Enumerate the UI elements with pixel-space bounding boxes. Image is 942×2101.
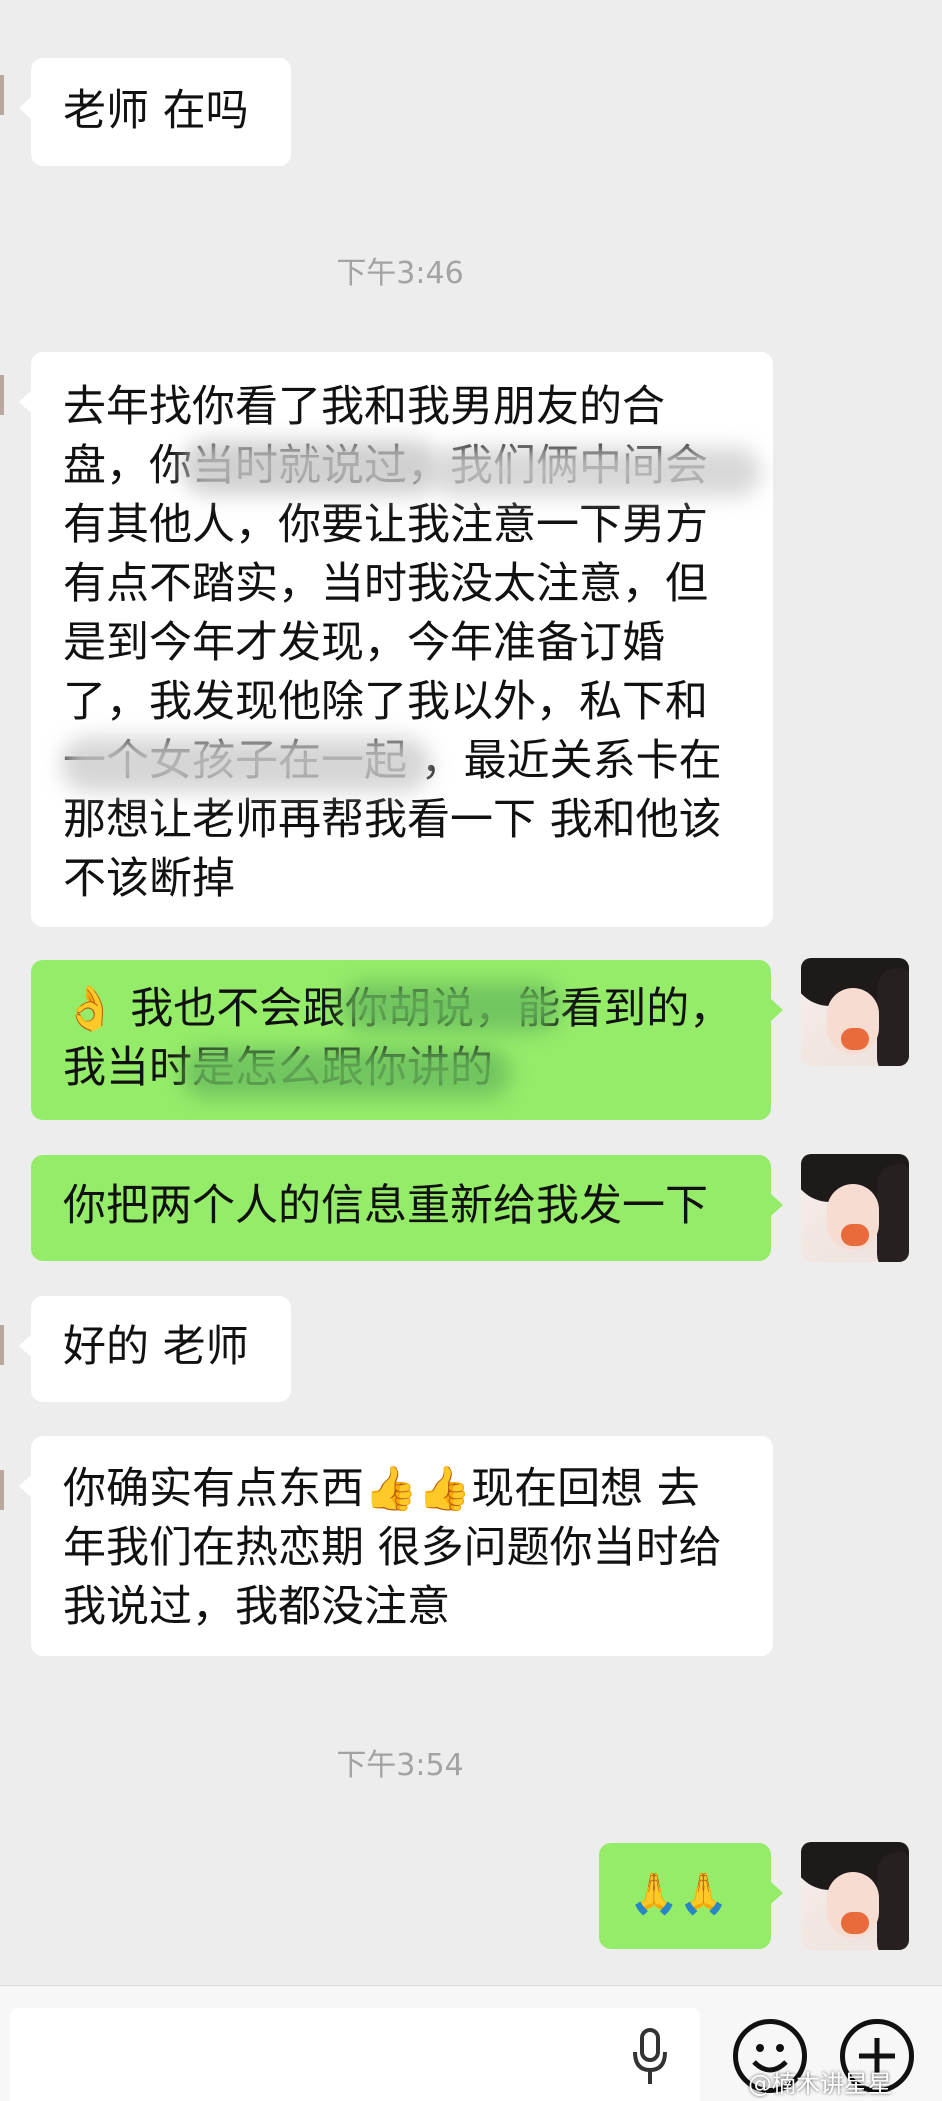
left-edge-fragment: [0, 375, 4, 415]
message-text: 你把两个人的信息重新给我发一下: [63, 1181, 708, 1231]
privacy-blur: [181, 440, 441, 495]
message-input[interactable]: [10, 2008, 700, 2101]
message-text: 老师 在吗: [63, 86, 249, 136]
user-avatar[interactable]: [801, 1154, 909, 1262]
pray-emoji: 🙏🙏: [629, 1871, 729, 1917]
incoming-message-bubble[interactable]: 去年找你看了我和我男朋友的合盘，你当时就说过，我们俩中间会有其他人，你要让我注意…: [19, 352, 773, 927]
timestamp: 下午3:54: [336, 1748, 464, 1783]
thumbs-up-emoji: 👍👍: [364, 1464, 472, 1514]
privacy-blur: [431, 447, 761, 497]
message-text: 你确实有点东西: [63, 1464, 364, 1514]
incoming-message-bubble[interactable]: 好的 老师: [19, 1296, 291, 1402]
message-text: 好的 老师: [63, 1322, 249, 1372]
outgoing-message-bubble[interactable]: 🙏🙏: [599, 1843, 783, 1949]
privacy-blur: [341, 982, 561, 1032]
incoming-message-bubble[interactable]: 老师 在吗: [19, 58, 291, 166]
incoming-message-bubble[interactable]: 你确实有点东西👍👍现在回想 去年我们在热恋期 很多问题你当时给我说过，我都没注意: [19, 1436, 773, 1656]
privacy-blur: [181, 1048, 511, 1098]
timestamp: 下午3:46: [336, 256, 464, 291]
privacy-blur: [61, 737, 431, 792]
ok-hand-emoji: 👌: [63, 984, 117, 1034]
outgoing-message-bubble[interactable]: 你把两个人的信息重新给我发一下: [31, 1155, 783, 1261]
user-avatar[interactable]: [801, 1842, 909, 1950]
watermark: @楠木讲星星: [748, 2070, 892, 2098]
left-edge-fragment: [0, 75, 4, 115]
outgoing-message-bubble[interactable]: 👌 我也不会跟你胡说，能看到的，我当时是怎么跟你讲的: [31, 960, 783, 1120]
left-edge-fragment: [0, 1325, 4, 1365]
user-avatar[interactable]: [801, 958, 909, 1066]
left-edge-fragment: [0, 1470, 4, 1510]
microphone-icon[interactable]: [630, 2028, 670, 2088]
